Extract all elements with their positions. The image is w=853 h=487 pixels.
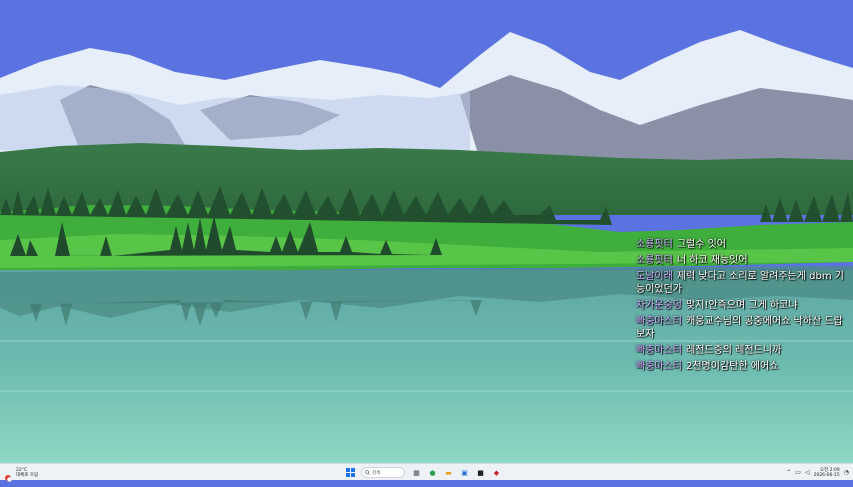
- chat-username: 소룡핏터: [636, 239, 673, 250]
- taskbar-clock[interactable]: 오전 2:09 2026-06-15: [814, 468, 840, 478]
- lake-shimmer: [0, 390, 853, 392]
- clock-date: 2026-06-15: [813, 472, 840, 478]
- taskbar-app-store[interactable]: ▣: [459, 467, 470, 478]
- taskbar-app-chrome[interactable]: ●: [427, 467, 438, 478]
- chat-text: 그럴수 잇어: [676, 239, 726, 250]
- weather-icon: [4, 468, 13, 482]
- chat-username: 소룡핏터: [636, 255, 673, 266]
- chat-username: 도날이래: [636, 271, 673, 282]
- chat-username: 차가운숭덩: [636, 300, 682, 311]
- chevron-up-icon[interactable]: ⌃: [786, 469, 791, 476]
- taskbar-weather-widget[interactable]: 22°C 대체로 흐림: [4, 464, 39, 482]
- taskbar: 22°C 대체로 흐림 검색 ▦ ● ▬ ▣ ■ ◆ ⌃ ▭ ◁ 오전 2:09 2026…: [0, 463, 853, 482]
- desktop-wallpaper: [0, 0, 853, 463]
- system-tray: ⌃ ▭ ◁ 오전 2:09 2026-06-15 ◔: [786, 464, 849, 481]
- chat-text: 맞지!안즉으며 그게 하코냐: [686, 300, 798, 311]
- taskbar-app-explorer[interactable]: ▬: [443, 467, 454, 478]
- weather-description: 대체로 흐림: [16, 472, 39, 478]
- chat-message: 빠충마스터 2천명이감탄한 에어쇼: [636, 360, 848, 373]
- chat-message: 빠충마스터 캐웅교수님의 공중에어쇼 낙하산 드랍보자: [636, 315, 848, 341]
- stream-chat-overlay: 소룡핏터 그럴수 잇어 소룡핏터 너 하코 재능잇어 도날이래 제력 낮다고 소리로 알려…: [636, 238, 848, 376]
- search-icon: [365, 470, 370, 475]
- volume-icon[interactable]: ◁: [805, 469, 810, 476]
- chat-message: 도날이래 제력 낮다고 소리로 알려주는게 dbm 기능이었던가: [636, 270, 848, 296]
- start-button[interactable]: [346, 468, 355, 477]
- taskbar-pinned-apps: ▦ ● ▬ ▣ ■ ◆: [411, 467, 502, 478]
- taskbar-app-media[interactable]: ■: [475, 467, 486, 478]
- chat-text: 레전드중의 레전드니까: [686, 345, 782, 356]
- taskbar-app-game[interactable]: ▦: [411, 467, 422, 478]
- taskbar-app-bird[interactable]: ◆: [491, 467, 502, 478]
- taskbar-center: 검색 ▦ ● ▬ ▣ ■ ◆: [346, 464, 502, 481]
- chat-text: 너 하코 재능잇어: [676, 255, 748, 266]
- chat-username: 빠충마스터: [636, 345, 682, 356]
- chat-username: 빠충마스터: [636, 361, 682, 372]
- chat-message: 소룡핏터 그럴수 잇어: [636, 238, 848, 251]
- chat-username: 빠충마스터: [636, 316, 682, 327]
- chat-message: 차가운숭덩 맞지!안즉으며 그게 하코냐: [636, 299, 848, 312]
- taskbar-search-box[interactable]: 검색: [361, 467, 405, 478]
- chat-message: 빠충마스터 레전드중의 레전드니까: [636, 344, 848, 357]
- notification-bell-icon[interactable]: ◔: [844, 469, 849, 476]
- network-icon[interactable]: ▭: [795, 469, 801, 476]
- search-placeholder: 검색: [372, 470, 381, 476]
- chat-message: 소룡핏터 너 하코 재능잇어: [636, 254, 848, 267]
- chat-text: 2천명이감탄한 에어쇼: [686, 361, 779, 372]
